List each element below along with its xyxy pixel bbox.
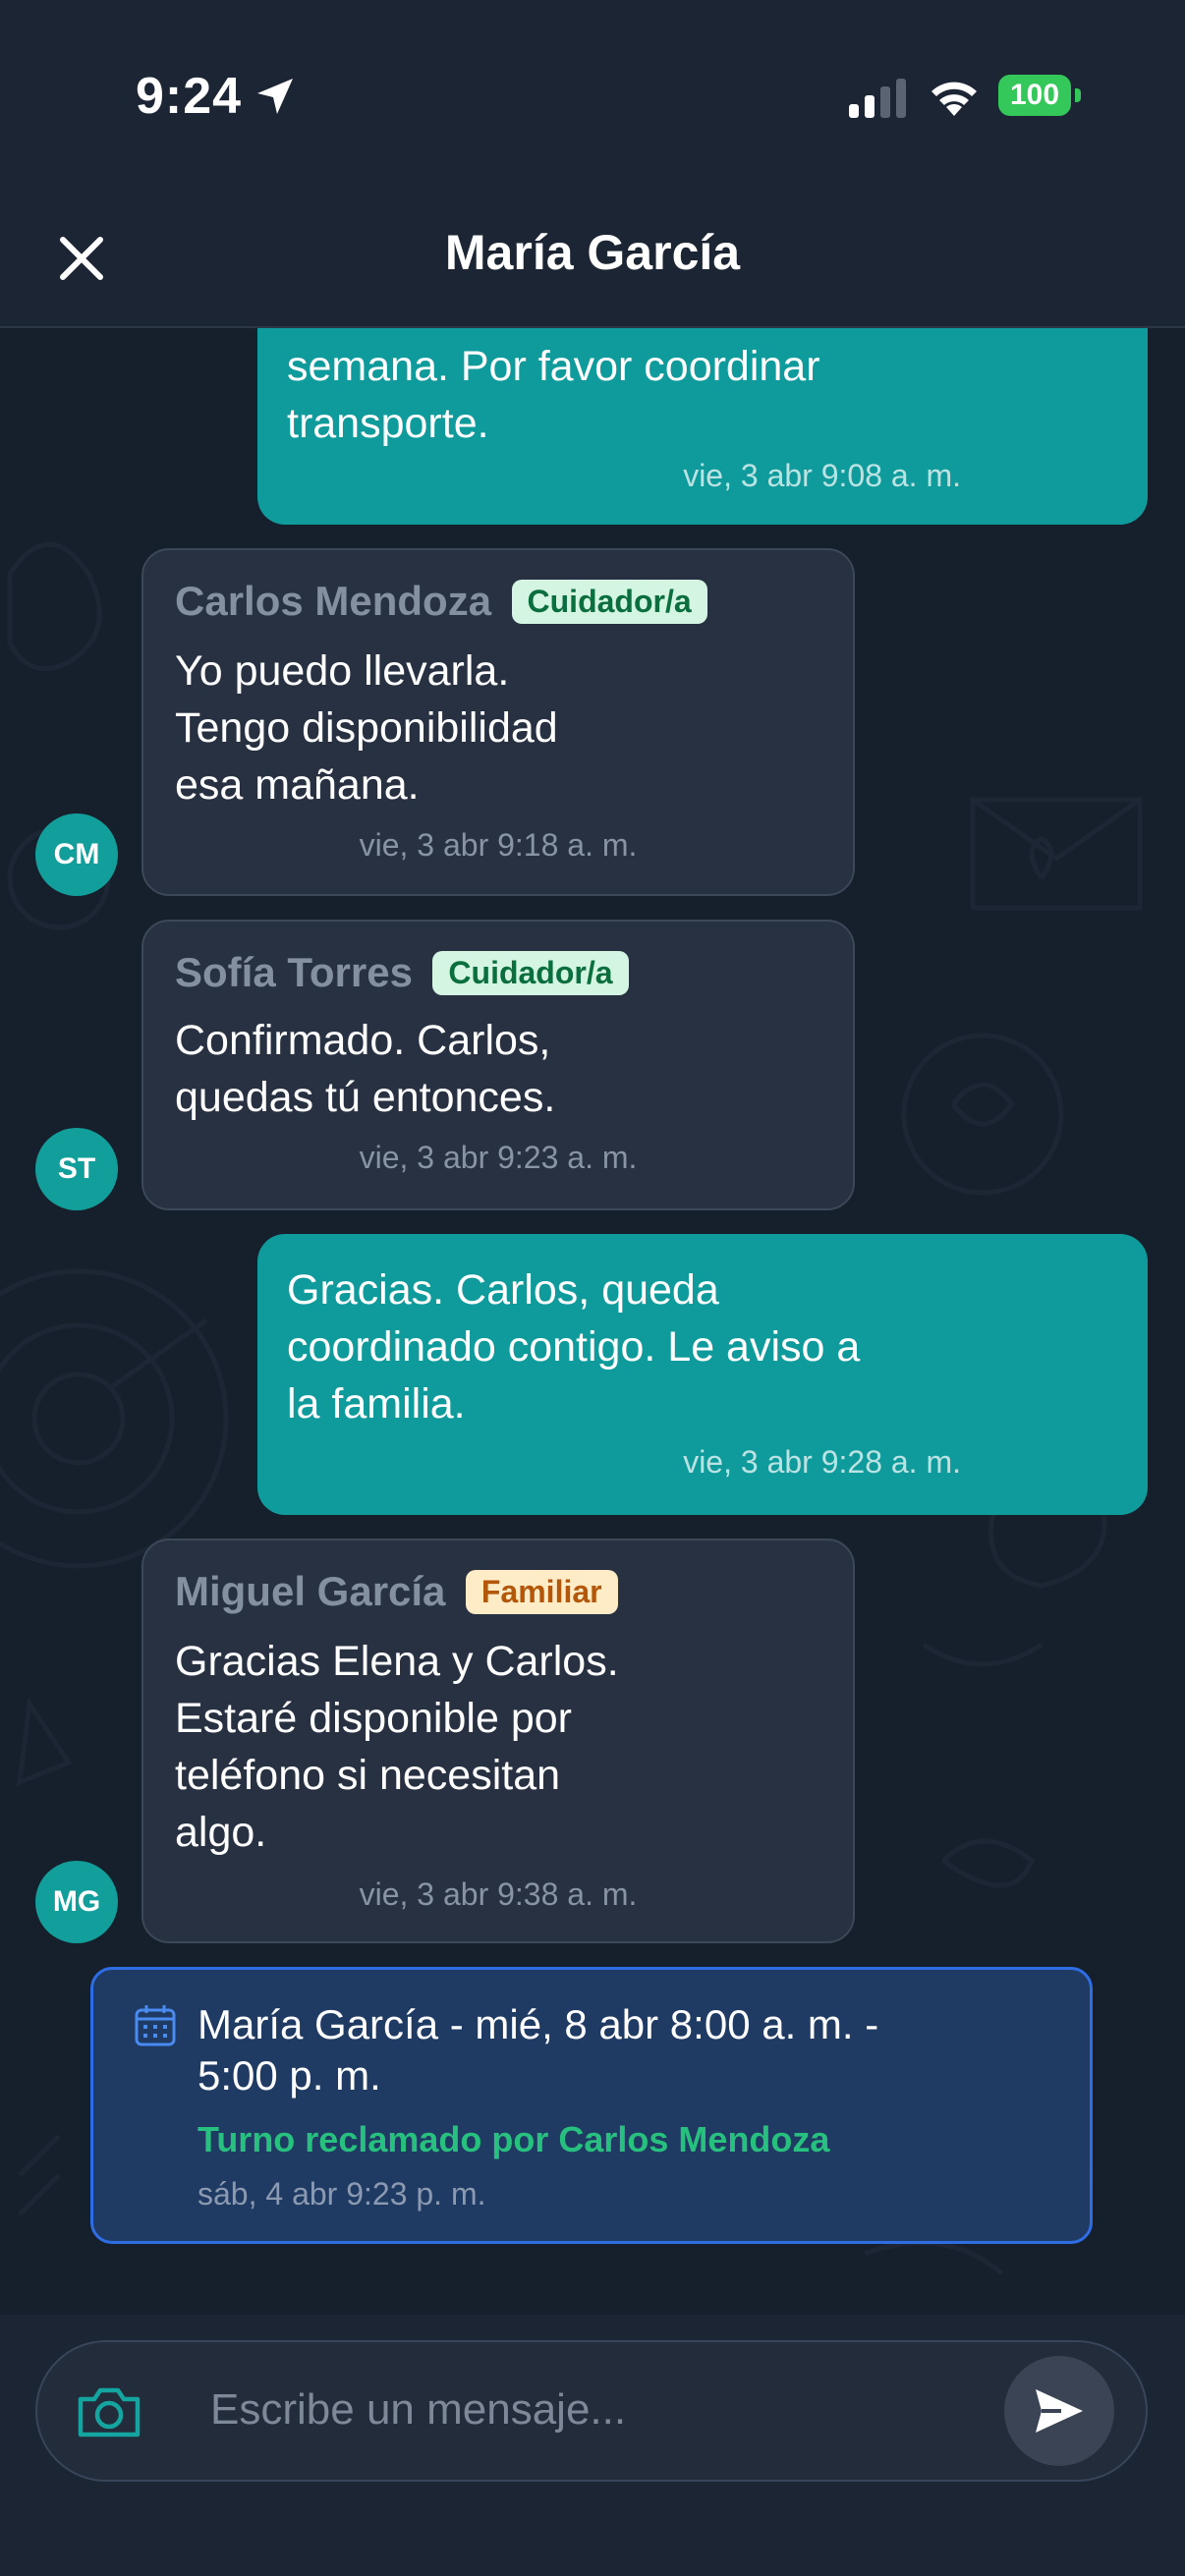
sender-name: Carlos Mendoza <box>175 578 492 624</box>
wifi-icon <box>931 82 977 116</box>
shift-timestamp: sáb, 4 abr 9:23 p. m. <box>198 2176 486 2212</box>
send-icon <box>1036 2389 1083 2433</box>
message-text: semana. Por favor coordinar transporte. <box>287 343 820 447</box>
chat-header: María García <box>0 187 1185 328</box>
message-input[interactable]: Escribe un mensaje... <box>35 2340 1148 2482</box>
incoming-message[interactable]: Sofía Torres Cuidador/a Confirmado. Carl… <box>141 920 855 1210</box>
message-composer: Escribe un mensaje... <box>0 2315 1185 2576</box>
role-badge: Cuidador/a <box>511 579 707 624</box>
incoming-message[interactable]: Carlos Mendoza Cuidador/a Yo puedo lleva… <box>141 548 855 896</box>
shift-title: María García - mié, 8 abr 8:00 a. m. - 5… <box>198 2001 879 2099</box>
avatar: MG <box>35 1861 118 1943</box>
shift-claimed-card[interactable]: María García - mié, 8 abr 8:00 a. m. - 5… <box>90 1967 1093 2244</box>
message-list[interactable]: semana. Por favor coordinar transporte. … <box>0 328 1185 2315</box>
incoming-message[interactable]: Miguel García Familiar Gracias Elena y C… <box>141 1539 855 1943</box>
chat-title: María García <box>444 225 741 280</box>
avatar: ST <box>35 1128 118 1210</box>
message-text: Confirmado. Carlos, quedas tú entonces. <box>175 1017 556 1121</box>
message-text: Yo puedo llevarla. Tengo disponibilidad … <box>175 647 558 809</box>
role-badge: Familiar <box>465 1569 618 1614</box>
message-timestamp: vie, 3 abr 9:08 a. m. <box>683 458 961 493</box>
status-bar: 9:24 100 <box>0 0 1185 187</box>
message-timestamp: vie, 3 abr 9:18 a. m. <box>359 827 638 863</box>
battery-icon: 100 <box>998 75 1083 120</box>
status-time: 9:24 <box>136 68 243 125</box>
outgoing-message[interactable]: semana. Por favor coordinar transporte. … <box>257 328 1148 525</box>
outgoing-message[interactable]: Gracias. Carlos, queda coordinado contig… <box>257 1234 1148 1515</box>
send-button[interactable] <box>1004 2356 1114 2466</box>
message-timestamp: vie, 3 abr 9:28 a. m. <box>683 1444 961 1480</box>
sender-name: Miguel García <box>175 1568 446 1614</box>
role-badge: Cuidador/a <box>432 950 629 995</box>
message-text: Gracias Elena y Carlos. Estaré disponibl… <box>175 1638 619 1856</box>
message-timestamp: vie, 3 abr 9:38 a. m. <box>359 1876 638 1912</box>
location-arrow-icon <box>257 79 293 114</box>
sender-name: Sofía Torres <box>175 949 413 995</box>
cellular-signal-icon <box>849 79 906 118</box>
avatar: CM <box>35 813 118 896</box>
message-placeholder: Escribe un mensaje... <box>210 2385 627 2434</box>
battery-level: 100 <box>998 75 1071 116</box>
calendar-icon <box>135 2005 176 2046</box>
shift-status: Turno reclamado por Carlos Mendoza <box>198 2119 830 2159</box>
message-text: Gracias. Carlos, queda coordinado contig… <box>287 1266 861 1428</box>
camera-icon[interactable] <box>75 2381 143 2442</box>
message-timestamp: vie, 3 abr 9:23 a. m. <box>359 1140 638 1175</box>
